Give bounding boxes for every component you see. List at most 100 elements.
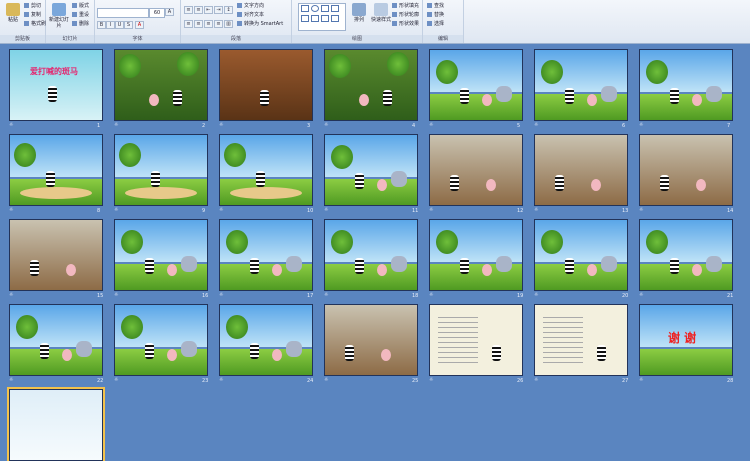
text-direction-button[interactable]: 文字方向 [237, 3, 264, 10]
slide-thumbnail[interactable] [639, 219, 733, 291]
group-label: 幻灯片 [46, 35, 94, 43]
tree [541, 60, 563, 84]
slide-thumbnail[interactable] [324, 304, 418, 376]
thanks-text: 谢 谢 [668, 331, 697, 345]
new-slide-button[interactable]: 新建幻灯片 [48, 2, 70, 32]
bullets-icon[interactable]: ≡ [184, 6, 193, 14]
layout-button[interactable]: 版式 [72, 3, 89, 10]
shape-outline-button[interactable]: 形状轮廓 [392, 12, 419, 19]
font-grow-icon[interactable]: A [165, 8, 174, 16]
slide-thumbnail[interactable] [9, 304, 103, 376]
callout-icon[interactable] [321, 15, 329, 22]
star-icon[interactable] [311, 15, 319, 22]
slide-thumbnail[interactable] [639, 134, 733, 206]
strikethrough-icon[interactable]: S [124, 21, 133, 29]
slide-thumbnail[interactable] [534, 134, 628, 206]
arrange-button[interactable]: 排列 [348, 2, 370, 32]
quick-styles-button[interactable]: 快速样式 [370, 2, 392, 32]
slide-thumbnail[interactable] [114, 49, 208, 121]
transition-icon: ☼ [534, 207, 539, 213]
slide-thumbnail[interactable] [429, 304, 523, 376]
textbox-icon[interactable] [331, 15, 339, 22]
increase-indent-icon[interactable]: ⇥ [214, 6, 223, 14]
fill-icon [392, 3, 397, 8]
grass [640, 349, 732, 375]
transition-icon: ☼ [114, 377, 119, 383]
shape-fill-button[interactable]: 形状填充 [392, 3, 419, 10]
arrow-icon[interactable] [331, 5, 339, 12]
triangle-icon[interactable] [301, 15, 309, 22]
reset-button[interactable]: 重设 [72, 12, 89, 19]
align-center-icon[interactable]: ≡ [194, 20, 203, 28]
slide-thumbnail[interactable] [324, 49, 418, 121]
slide-thumbnail[interactable] [429, 134, 523, 206]
cut-button[interactable]: 剪切 [24, 3, 41, 10]
slide-thumbnail[interactable] [429, 219, 523, 291]
zebra-character [555, 175, 564, 191]
slide-thumbnail[interactable] [9, 134, 103, 206]
slide-background [325, 305, 417, 375]
italic-icon[interactable]: I [106, 21, 115, 29]
pig-character [272, 264, 282, 276]
find-button[interactable]: 查找 [427, 3, 444, 10]
slide-thumbnail[interactable] [7, 387, 105, 461]
slide-thumbnail[interactable] [429, 49, 523, 121]
font-color-icon[interactable]: A [135, 21, 144, 29]
slide-thumbnail[interactable] [9, 219, 103, 291]
align-text-button[interactable]: 对齐文本 [237, 12, 264, 19]
slide-thumbnail[interactable] [324, 219, 418, 291]
zebra-character [46, 171, 55, 187]
pig-character [587, 264, 597, 276]
pig-character [167, 264, 177, 276]
slide-thumbnail[interactable] [324, 134, 418, 206]
slide-thumbnail[interactable] [114, 304, 208, 376]
slide-thumbnail[interactable] [219, 49, 313, 121]
columns-icon[interactable]: ▥ [224, 20, 233, 28]
slide-thumbnail[interactable]: 爱打喊的斑马 [9, 49, 103, 121]
zebra-character [355, 173, 364, 189]
line-spacing-icon[interactable]: ↕ [224, 6, 233, 14]
transition-icon: ☼ [9, 377, 14, 383]
slide-number: 28 [727, 378, 734, 384]
transition-icon: ☼ [639, 292, 644, 298]
text-block [438, 313, 478, 363]
justify-icon[interactable]: ≡ [214, 20, 223, 28]
slide-thumbnail[interactable] [114, 134, 208, 206]
pig-character [692, 264, 702, 276]
tree [119, 54, 141, 78]
paste-button[interactable]: 粘贴 [2, 2, 24, 32]
slide-thumbnail[interactable] [114, 219, 208, 291]
replace-button[interactable]: 替换 [427, 12, 444, 19]
slide-thumbnail[interactable]: 谢 谢 [639, 304, 733, 376]
slide-thumbnail[interactable] [534, 49, 628, 121]
font-size-field[interactable]: 60 [149, 8, 165, 18]
bold-icon[interactable]: B [97, 21, 106, 29]
align-right-icon[interactable]: ≡ [204, 20, 213, 28]
rectangle-icon[interactable] [301, 5, 309, 12]
format-painter-button[interactable]: 格式刷 [24, 21, 46, 28]
line-icon[interactable] [321, 5, 329, 12]
slide-thumbnail[interactable] [219, 134, 313, 206]
pig-character [486, 179, 496, 191]
zebra-character [565, 258, 574, 274]
shape-effects-button[interactable]: 形状效果 [392, 21, 419, 28]
decrease-indent-icon[interactable]: ⇤ [204, 6, 213, 14]
underline-icon[interactable]: U [115, 21, 124, 29]
slide-thumbnail[interactable] [219, 304, 313, 376]
oval-icon[interactable] [311, 5, 319, 12]
select-button[interactable]: 选择 [427, 21, 444, 28]
copy-button[interactable]: 复制 [24, 12, 41, 19]
smartart-button[interactable]: 转换为 SmartArt [237, 21, 283, 28]
align-left-icon[interactable]: ≡ [184, 20, 193, 28]
slide-thumbnail[interactable] [219, 219, 313, 291]
slide-background [10, 220, 102, 290]
slide-thumbnail[interactable] [534, 304, 628, 376]
delete-slide-button[interactable]: 删除 [72, 21, 89, 28]
slide-number: 17 [307, 293, 314, 299]
numbering-icon[interactable]: ≡ [194, 6, 203, 14]
slide-thumbnail[interactable] [639, 49, 733, 121]
tree [14, 143, 36, 167]
font-name-field[interactable] [97, 8, 149, 18]
shapes-gallery[interactable] [298, 3, 346, 31]
slide-thumbnail[interactable] [534, 219, 628, 291]
